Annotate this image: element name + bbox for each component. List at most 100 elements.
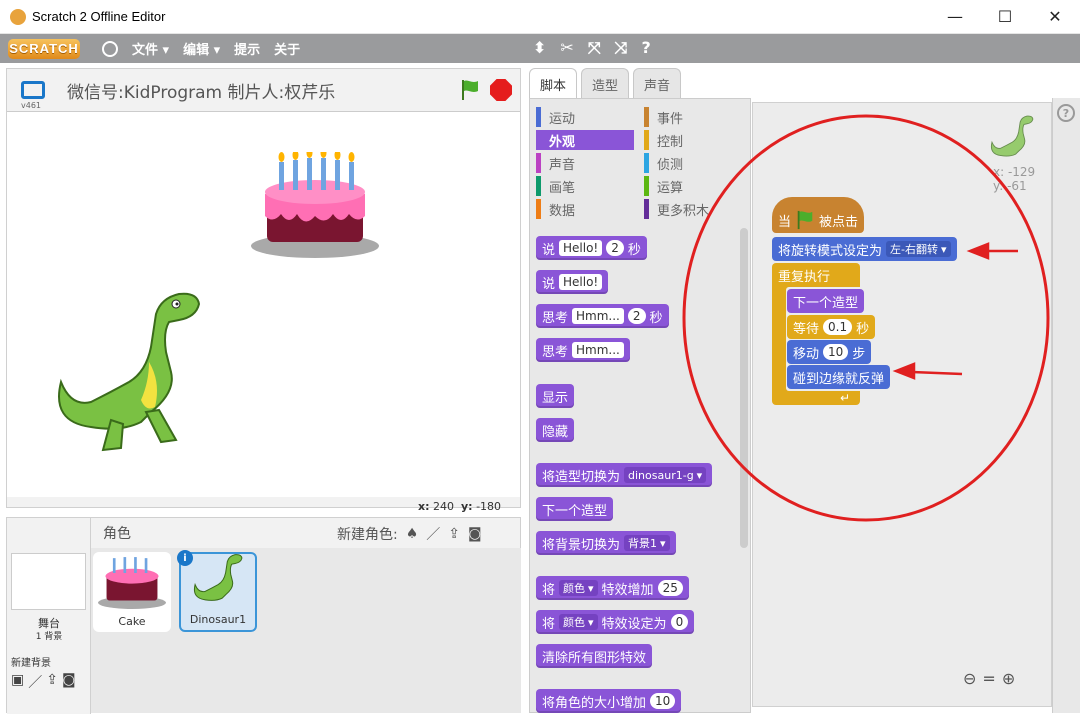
category-control[interactable]: 控制	[644, 130, 742, 150]
window-title: Scratch 2 Offline Editor	[32, 9, 166, 24]
dinosaur-sprite[interactable]	[51, 292, 206, 457]
zoom-in-icon[interactable]: ⊕	[1002, 669, 1015, 688]
title-bar: Scratch 2 Offline Editor — ☐ ✕	[0, 0, 1080, 34]
block-switch-backdrop[interactable]: 将背景切换为 背景1 ▾	[536, 531, 676, 555]
block-show[interactable]: 显示	[536, 384, 575, 408]
maximize-button[interactable]: ☐	[980, 0, 1030, 34]
zoom-reset-icon[interactable]: =	[982, 669, 995, 688]
stage-column: 舞台 1 背景 新建背景 ▣ ／ ⇪ ◙	[7, 518, 91, 714]
category-motion[interactable]: 运动	[536, 107, 634, 127]
camera-icon[interactable]: ◙	[62, 672, 76, 692]
sprite-x: x: -129	[993, 165, 1036, 179]
script-wait[interactable]: 等待 0.1 秒	[787, 315, 876, 339]
new-sprite-label: 新建角色:	[337, 527, 398, 543]
sprite-name: Dinosaur1	[189, 613, 247, 626]
grow-icon[interactable]: ⤧	[588, 38, 601, 58]
category-operators[interactable]: 运算	[644, 176, 742, 196]
sprite-y: y: -61	[993, 179, 1027, 193]
right-help-strip	[1052, 98, 1080, 713]
menu-file[interactable]: 文件 ▾	[132, 39, 169, 58]
category-more-blocks[interactable]: 更多积木	[644, 199, 742, 219]
sprite-tile-cake[interactable]: Cake	[93, 552, 171, 632]
sprite-panel: 舞台 1 背景 新建背景 ▣ ／ ⇪ ◙ 角色 新建角色: ♠ ／ ⇪ ◙ Ca…	[6, 517, 521, 714]
green-flag-icon	[797, 210, 813, 230]
script-bounce-on-edge[interactable]: 碰到边缘就反弹	[787, 365, 891, 389]
upload-sprite-icon[interactable]: ⇪	[448, 526, 460, 542]
block-palette: 运动 外观 声音 画笔 数据 事件 控制 侦测 运算 更多积木 说 Hello! 2…	[529, 98, 751, 713]
paint-new-sprite-icon[interactable]: ／	[426, 524, 440, 544]
stage-panel: v461 微信号:KidProgram 制片人:权芹乐	[6, 68, 521, 508]
script-when-flag-clicked[interactable]: 当 被点击	[772, 197, 865, 233]
version-label: v461	[21, 101, 42, 110]
new-sprite-bar: 新建角色: ♠ ／ ⇪ ◙	[337, 524, 482, 544]
tab-scripts[interactable]: 脚本	[529, 68, 578, 98]
stage-canvas[interactable]	[7, 111, 520, 497]
script-next-costume[interactable]: 下一个造型	[787, 289, 865, 313]
delete-scissors-icon[interactable]: ✂	[560, 38, 573, 58]
language-globe-icon[interactable]	[102, 40, 118, 57]
block-think[interactable]: 思考 Hmm...	[536, 338, 630, 362]
block-clear-effects[interactable]: 清除所有图形特效	[536, 644, 653, 668]
shrink-icon[interactable]: ⤨	[615, 38, 628, 58]
stage-thumbnail[interactable]	[11, 553, 86, 610]
block-think-for-secs[interactable]: 思考 Hmm... 2 秒	[536, 304, 669, 328]
forever-label: 重复执行	[778, 269, 831, 285]
block-help-icon[interactable]: ?	[641, 38, 650, 58]
menu-bar: SCRATCH 文件 ▾ 编辑 ▾ 提示 关于 ⬍ ✂ ⤧ ⤨ ?	[0, 34, 1080, 63]
block-hide[interactable]: 隐藏	[536, 418, 575, 442]
backdrop-library-icon[interactable]: ▣	[11, 672, 24, 692]
mouse-coordinates: x: 240 y: -180	[418, 500, 502, 513]
sprites-header-label: 角色	[103, 526, 131, 542]
sprite-library-icon[interactable]: ♠	[406, 526, 419, 542]
menu-tips[interactable]: 提示	[234, 39, 260, 58]
menu-about[interactable]: 关于	[274, 39, 300, 58]
menu-edit[interactable]: 编辑 ▾	[183, 39, 220, 58]
scripts-area[interactable]: x: -129 y: -61 当 被点击 将旋转模式设定为 左-右翻转 ▾ 重复执行…	[752, 102, 1052, 707]
dinosaur-thumbnail	[193, 554, 243, 601]
new-backdrop-label: 新建背景	[11, 658, 51, 669]
minimize-button[interactable]: —	[930, 0, 980, 34]
upload-icon[interactable]: ⇪	[46, 672, 58, 692]
paint-brush-icon[interactable]: ／	[28, 672, 42, 692]
tab-sounds[interactable]: 声音	[633, 68, 682, 98]
help-icon[interactable]: ?	[1057, 104, 1075, 122]
category-events[interactable]: 事件	[644, 107, 742, 127]
zoom-out-icon[interactable]: ⊖	[963, 669, 976, 688]
editor-tabs: 脚本 造型 声音	[529, 68, 682, 98]
presentation-mode-icon[interactable]	[21, 81, 45, 99]
tab-costumes[interactable]: 造型	[581, 68, 630, 98]
block-change-effect[interactable]: 将颜色 ▾ 特效增加 25	[536, 576, 689, 600]
category-data[interactable]: 数据	[536, 199, 634, 219]
close-button[interactable]: ✕	[1030, 0, 1080, 34]
category-sound[interactable]: 声音	[536, 153, 634, 173]
green-flag-icon[interactable]	[460, 79, 480, 101]
block-set-effect[interactable]: 将颜色 ▾ 特效设定为 0	[536, 610, 695, 634]
block-say-for-secs[interactable]: 说 Hello! 2 秒	[536, 236, 647, 260]
loop-arrow-icon: ↵	[840, 391, 851, 405]
sprite-tile-dinosaur[interactable]: i Dinosaur1	[177, 550, 257, 632]
cake-sprite[interactable]	[249, 152, 381, 262]
sprite-name: Cake	[118, 615, 146, 628]
block-change-size[interactable]: 将角色的大小增加 10	[536, 689, 682, 713]
scratch-logo[interactable]: SCRATCH	[8, 38, 80, 59]
new-backdrop-tools: ▣ ／ ⇪ ◙	[11, 672, 76, 692]
stop-sign-icon[interactable]	[490, 79, 512, 101]
script-move[interactable]: 移动 10 步	[787, 340, 872, 364]
block-say[interactable]: 说 Hello!	[536, 270, 609, 294]
stage-header: v461 微信号:KidProgram 制片人:权芹乐	[7, 69, 520, 111]
block-categories: 运动 外观 声音 画笔 数据 事件 控制 侦测 运算 更多积木	[536, 107, 746, 222]
duplicate-stamp-icon[interactable]: ⬍	[533, 38, 546, 58]
camera-sprite-icon[interactable]: ◙	[468, 526, 482, 542]
cake-thumbnail	[98, 557, 166, 610]
palette-scrollbar[interactable]	[740, 228, 748, 548]
script-set-rotation-style[interactable]: 将旋转模式设定为 左-右翻转 ▾	[772, 237, 957, 261]
zoom-controls: ⊖ = ⊕	[963, 669, 1015, 688]
info-icon[interactable]: i	[177, 550, 193, 566]
category-pen[interactable]: 画笔	[536, 176, 634, 196]
block-next-costume[interactable]: 下一个造型	[536, 497, 614, 521]
toolbar: ⬍ ✂ ⤧ ⤨ ?	[533, 38, 651, 58]
project-title[interactable]: 微信号:KidProgram 制片人:权芹乐	[67, 78, 335, 103]
category-sensing[interactable]: 侦测	[644, 153, 742, 173]
category-looks[interactable]: 外观	[536, 130, 634, 150]
block-switch-costume[interactable]: 将造型切换为 dinosaur1-g ▾	[536, 463, 713, 487]
